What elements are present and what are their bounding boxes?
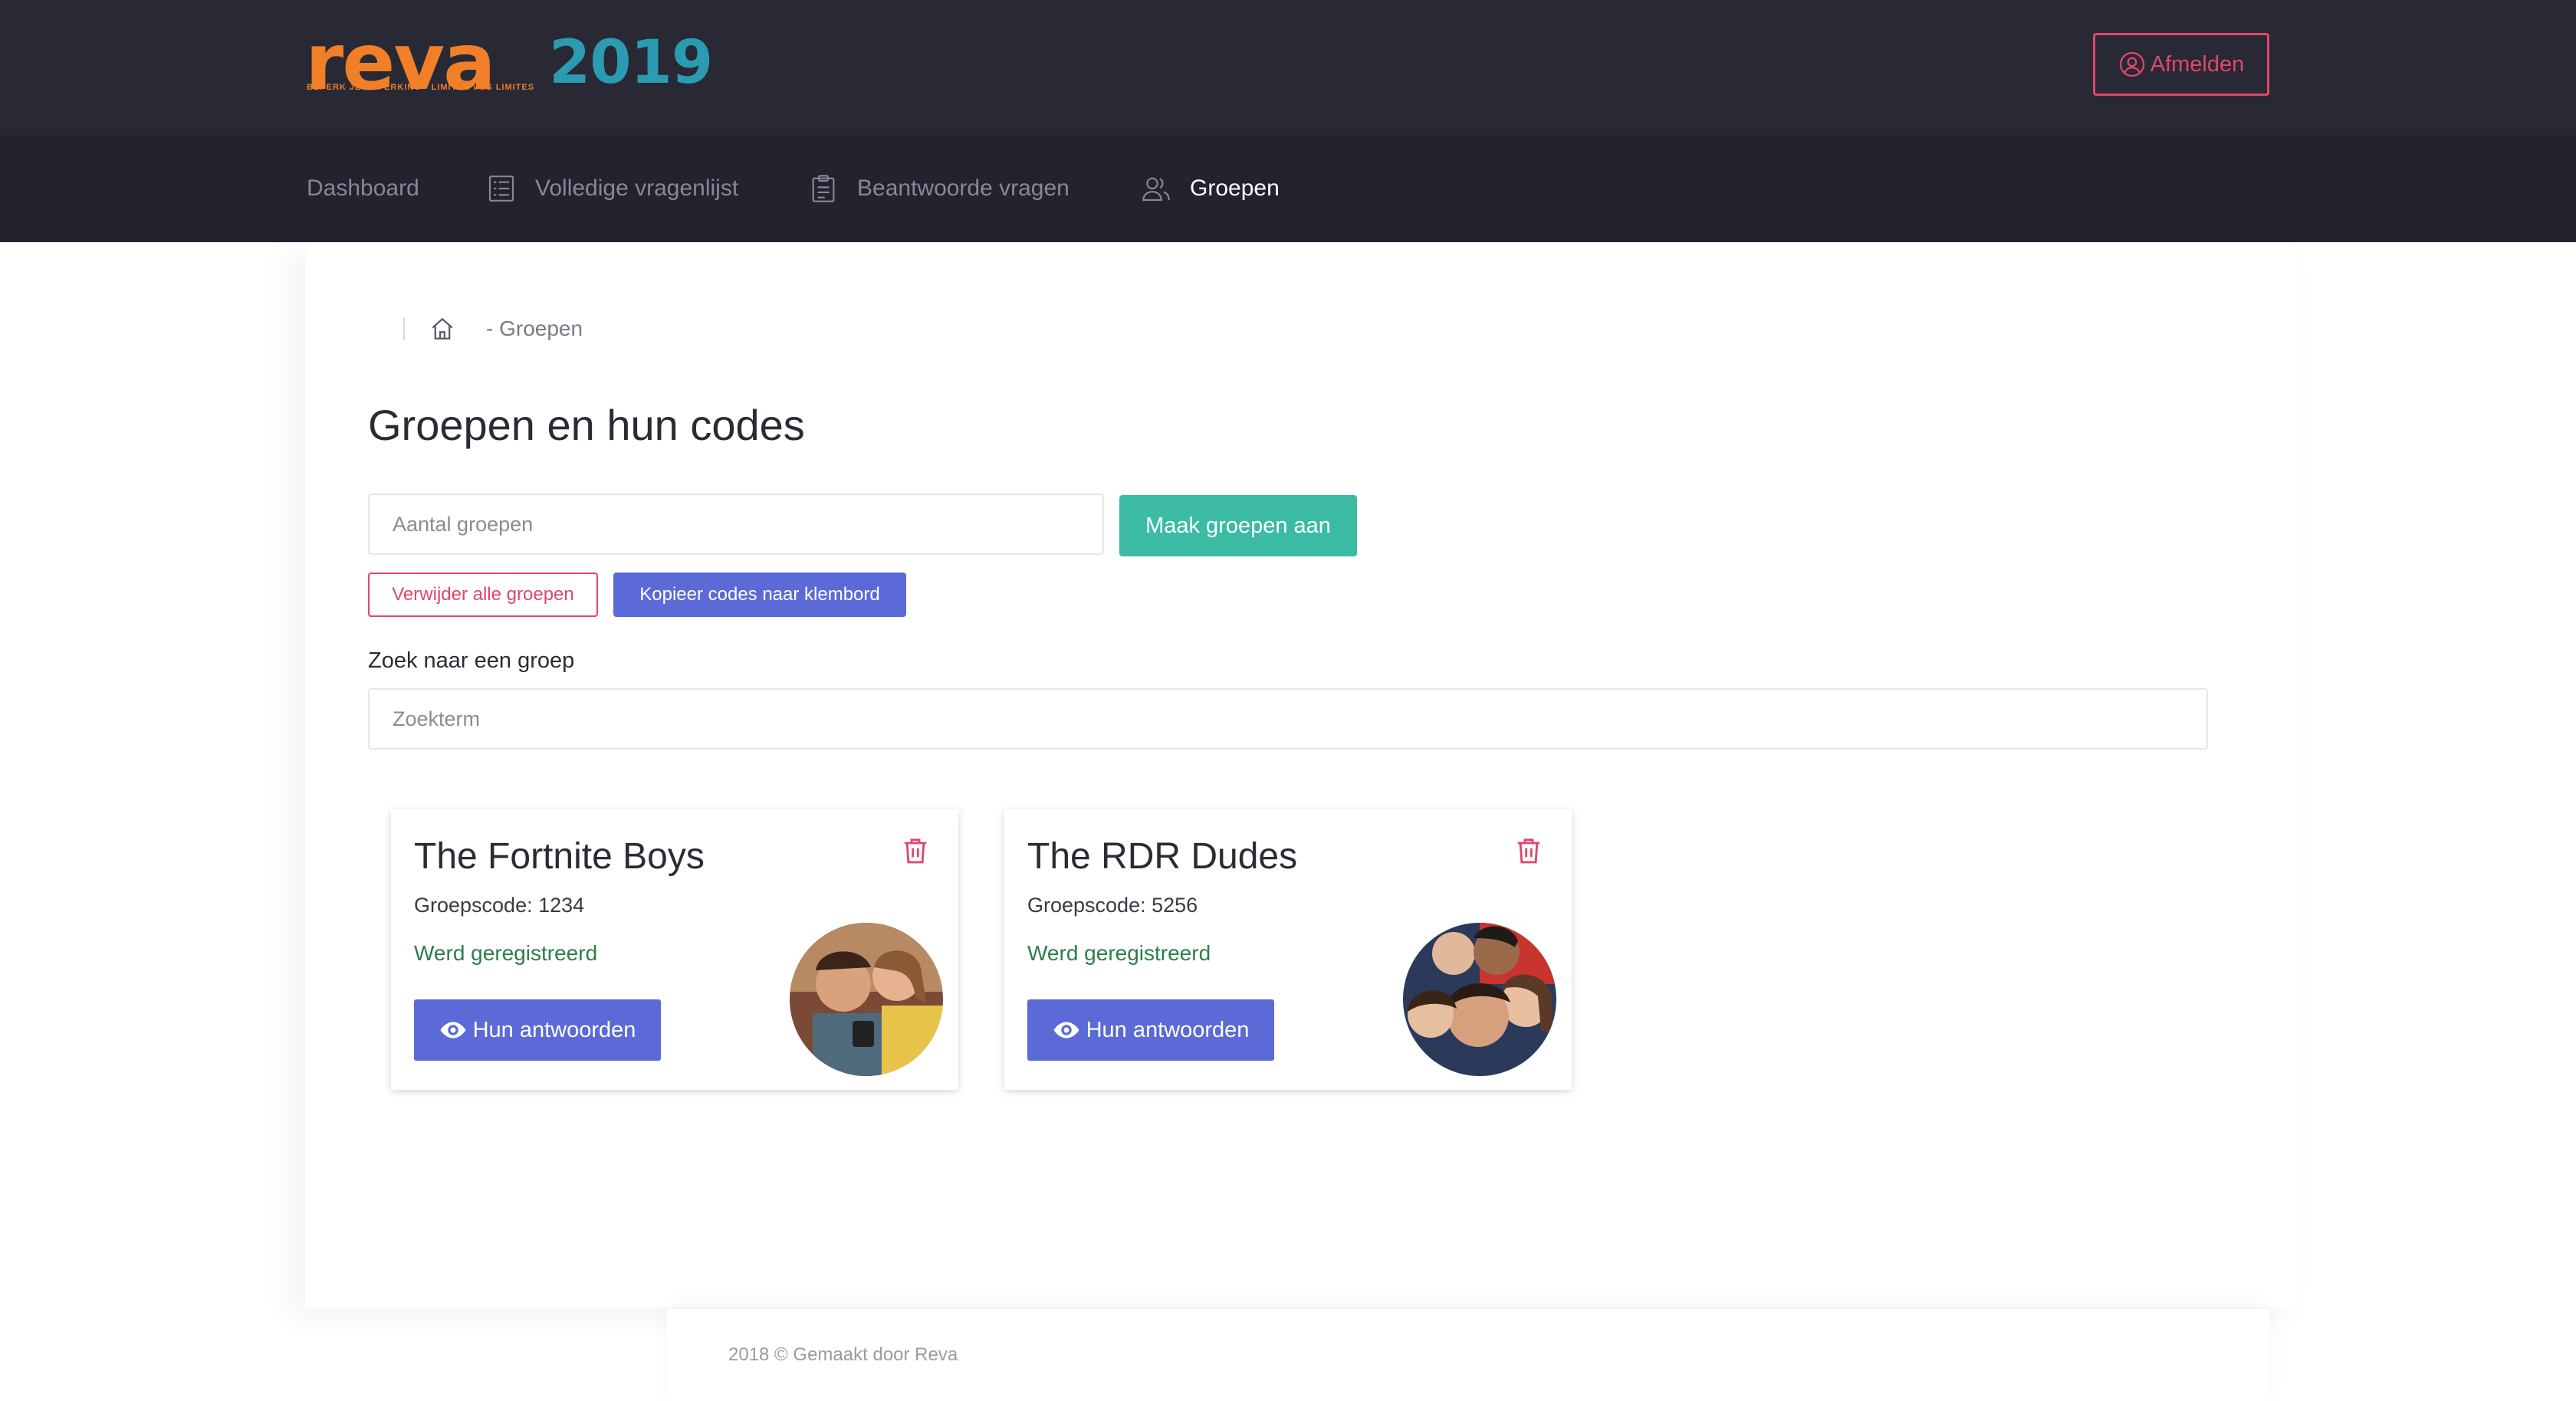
- group-code: Groepscode: 1234: [414, 894, 585, 917]
- group-avatar: [1403, 923, 1556, 1076]
- footer: 2018 © Gemaakt door Reva: [667, 1309, 2269, 1401]
- nav-label: Volledige vragenlijst: [535, 176, 739, 201]
- page-title: Groepen en hun codes: [368, 401, 805, 449]
- user-circle-icon: [2119, 51, 2144, 77]
- view-answers-label: Hun antwoorden: [472, 1017, 636, 1042]
- nav-item-beantwoorde-vragen[interactable]: Beantwoorde vragen: [808, 135, 1070, 242]
- copy-codes-button[interactable]: Kopieer codes naar klembord: [613, 573, 906, 617]
- trash-icon[interactable]: [1513, 835, 1544, 866]
- logo-tagline: BEPERK JE BEPERKING - LIMITEZ VOS LIMITE…: [307, 83, 535, 92]
- logout-button[interactable]: Afmelden: [2093, 33, 2269, 96]
- nav-item-volledige-vragenlijst[interactable]: Volledige vragenlijst: [486, 135, 738, 242]
- group-name: The Fortnite Boys: [414, 836, 705, 877]
- search-label: Zoek naar een groep: [368, 648, 575, 673]
- top-header: reva 2019 BEPERK JE BEPERKING - LIMITEZ …: [0, 0, 2576, 135]
- group-count-input[interactable]: [368, 494, 1104, 555]
- footer-copyright: 2018 © Gemaakt door Reva: [728, 1344, 958, 1365]
- breadcrumb-separator: [403, 317, 405, 340]
- view-answers-button[interactable]: Hun antwoorden: [1027, 999, 1274, 1061]
- group-code: Groepscode: 5256: [1027, 894, 1198, 917]
- breadcrumb: - Groepen: [403, 316, 583, 342]
- nav-item-dashboard[interactable]: Dashboard: [307, 135, 419, 242]
- nav-label: Dashboard: [307, 176, 419, 201]
- search-input[interactable]: [368, 688, 2208, 750]
- group-status: Werd geregistreerd: [1027, 941, 1211, 965]
- group-card: The RDR Dudes Groepscode: 5256 Werd gere…: [1004, 809, 1572, 1090]
- nav-label: Groepen: [1190, 176, 1280, 201]
- users-icon: [1142, 177, 1170, 202]
- trash-icon[interactable]: [900, 835, 931, 866]
- list-icon: [488, 176, 514, 202]
- logout-label: Afmelden: [2150, 51, 2245, 77]
- group-name: The RDR Dudes: [1027, 836, 1298, 877]
- main-nav: Dashboard Volledige vragenlijst Beantwoo…: [0, 135, 2576, 242]
- group-status: Werd geregistreerd: [414, 941, 598, 965]
- eye-icon: [1053, 1022, 1079, 1038]
- eye-icon: [440, 1022, 466, 1038]
- view-answers-button[interactable]: Hun antwoorden: [414, 999, 661, 1061]
- create-groups-button[interactable]: Maak groepen aan: [1119, 495, 1357, 556]
- nav-label: Beantwoorde vragen: [857, 176, 1070, 201]
- home-icon[interactable]: [429, 316, 455, 342]
- group-avatar: [790, 923, 943, 1076]
- logo-year: 2019: [549, 28, 713, 97]
- breadcrumb-current: - Groepen: [486, 317, 583, 340]
- nav-item-groepen[interactable]: Groepen: [1141, 135, 1280, 242]
- delete-all-groups-button[interactable]: Verwijder alle groepen: [368, 573, 598, 617]
- group-card: The Fortnite Boys Groepscode: 1234 Werd …: [391, 809, 958, 1090]
- clipboard-icon: [812, 175, 835, 202]
- view-answers-label: Hun antwoorden: [1086, 1017, 1250, 1042]
